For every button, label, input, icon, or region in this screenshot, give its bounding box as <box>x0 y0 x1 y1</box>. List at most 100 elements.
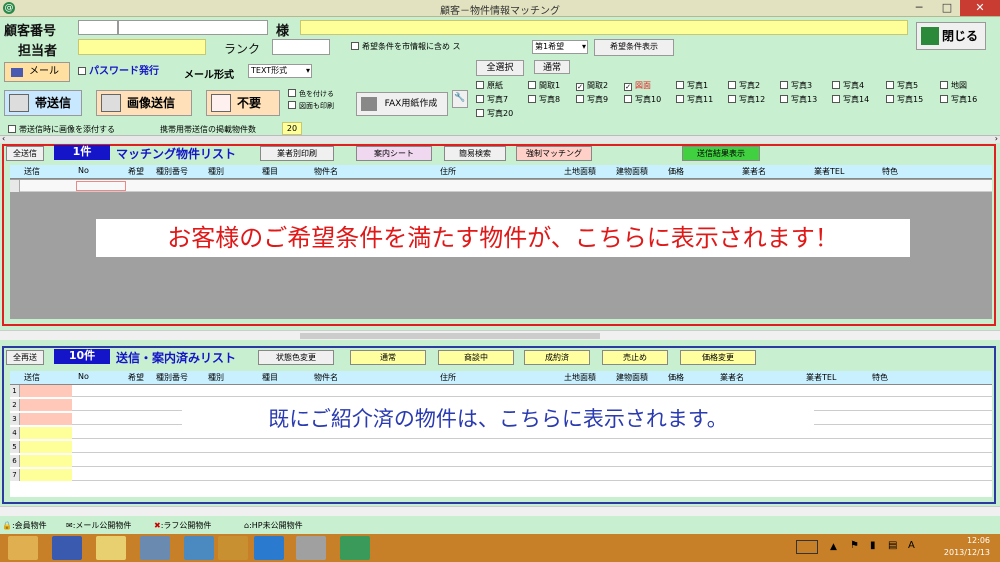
mail-app-icon[interactable] <box>52 536 82 560</box>
scroll-right-icon: › <box>994 134 998 143</box>
col-property-name: 物件名 <box>314 373 338 382</box>
select-normal-button[interactable]: 通常 <box>534 60 570 74</box>
customer-name-field[interactable] <box>118 20 268 35</box>
simple-search-button[interactable]: 簡易検索 <box>444 146 506 161</box>
row-number: 5 <box>10 441 20 453</box>
legend-hp: ⌂:HP未公開物件 <box>244 520 303 534</box>
mail-button[interactable]: メール <box>4 62 70 82</box>
customer-no-field[interactable] <box>78 20 118 35</box>
carrier-send-button[interactable]: 帯送信 <box>4 90 82 116</box>
doc-check-photo5[interactable]: 写真5 <box>886 80 918 91</box>
chevron-down-icon: ▾ <box>305 66 310 75</box>
attach-image-check[interactable]: 帯送信時に画像を添付する <box>8 124 115 135</box>
doc-check-photo10[interactable]: 写真10 <box>624 94 661 105</box>
show-desired-button[interactable]: 希望条件表示 <box>594 39 674 56</box>
simple-search-label: 簡易検索 <box>459 149 491 158</box>
doc-check-madori1[interactable]: 間取1 <box>528 80 560 91</box>
status-closed-label: 成約済 <box>545 353 569 362</box>
tray-arrow-icon[interactable]: ▲ <box>830 542 837 552</box>
tool-icon[interactable]: 🔧 <box>452 90 468 108</box>
mail-format-select[interactable]: TEXT形式 ▾ <box>248 64 312 78</box>
doc-check-photo20[interactable]: 写真20 <box>476 108 513 119</box>
desired-conditions-check[interactable]: 希望条件を市情報に含め ス <box>351 41 523 52</box>
doc-check-photo16[interactable]: 写真16 <box>940 94 977 105</box>
doc-check-map[interactable]: 地図 <box>940 80 967 91</box>
notes-icon[interactable] <box>96 536 126 560</box>
table-row[interactable]: 5 <box>10 441 992 453</box>
table-row[interactable]: 1 <box>10 385 992 397</box>
top-scrollbar[interactable]: ‹ › <box>0 134 1000 143</box>
browser-icon[interactable] <box>254 536 284 560</box>
network-icon[interactable]: ▤ <box>888 540 897 551</box>
doc-check-photo13[interactable]: 写真13 <box>780 94 817 105</box>
minimize-button[interactable]: ─ <box>906 0 932 16</box>
matching-scrollbar[interactable] <box>0 330 1000 340</box>
battery-icon[interactable]: ▮ <box>870 540 876 551</box>
trader-print-button[interactable]: 業者別印刷 <box>260 146 334 161</box>
status-normal-button[interactable]: 通常 <box>350 350 426 365</box>
doc-check-genshi[interactable]: 原紙 <box>476 80 503 91</box>
close-button[interactable]: 閉じる <box>916 22 986 50</box>
table-row[interactable]: 6 <box>10 455 992 467</box>
all-resend-button[interactable]: 全再送 <box>6 350 44 365</box>
clock-date[interactable]: 2013/12/13 <box>930 548 990 557</box>
table-row[interactable]: 7 <box>10 469 992 481</box>
sent-scrollbar[interactable] <box>0 506 1000 516</box>
status-closed-button[interactable]: 成約済 <box>524 350 590 365</box>
doc-check-photo9[interactable]: 写真9 <box>576 94 608 105</box>
app-icon[interactable] <box>184 536 214 560</box>
guide-sheet-button[interactable]: 案内シート <box>356 146 432 161</box>
all-send-button[interactable]: 全送信 <box>6 146 44 161</box>
close-window-button[interactable]: ✕ <box>960 0 1000 16</box>
doc-check-zumen[interactable]: ✓ 図面 <box>624 80 651 91</box>
ime-icon[interactable]: A <box>908 540 915 551</box>
clock-time[interactable]: 12:06 <box>930 536 990 545</box>
matching-app-icon[interactable] <box>340 536 370 560</box>
customer-memo-field[interactable] <box>300 20 908 35</box>
col-price: 価格 <box>668 167 684 176</box>
color-change-check[interactable]: 色を付ける <box>288 89 334 99</box>
table-row[interactable] <box>10 180 992 192</box>
rank-field[interactable] <box>272 39 330 55</box>
doc-check-madori2[interactable]: ✓ 間取2 <box>576 80 608 91</box>
doc-check-photo14[interactable]: 写真14 <box>832 94 869 105</box>
doc-check-photo4[interactable]: 写真4 <box>832 80 864 91</box>
doc-check-photo1[interactable]: 写真1 <box>676 80 708 91</box>
force-match-button[interactable]: 強制マッチング <box>516 146 592 161</box>
password-check[interactable]: パスワード発行 <box>78 62 170 77</box>
explorer-icon[interactable] <box>8 536 38 560</box>
select-all-button[interactable]: 全選択 <box>476 60 524 76</box>
col-trader-name: 業者名 <box>720 373 744 382</box>
matching-count: 1件 <box>54 145 110 160</box>
doc-check-photo15[interactable]: 写真15 <box>886 94 923 105</box>
doc-check-photo8[interactable]: 写真8 <box>528 94 560 105</box>
mail-format-label: メール形式 <box>184 70 234 81</box>
also-print-check[interactable]: 図面も印刷 <box>288 101 334 111</box>
mobile-count-field[interactable]: 20 <box>282 122 302 135</box>
status-sold-button[interactable]: 売止め <box>602 350 668 365</box>
fax-create-button[interactable]: FAX用紙作成 <box>356 92 448 116</box>
doc-check-photo12[interactable]: 写真12 <box>728 94 765 105</box>
calculator-icon[interactable] <box>140 536 170 560</box>
doc-check-photo7[interactable]: 写真7 <box>476 94 508 105</box>
doc-check-photo3[interactable]: 写真3 <box>780 80 812 91</box>
image-send-button[interactable]: 画像送信 <box>96 90 192 116</box>
maximize-button[interactable]: □ <box>934 0 960 16</box>
col-type: 種別 <box>208 373 224 382</box>
status-negotiating-button[interactable]: 商談中 <box>438 350 514 365</box>
price-change-button[interactable]: 価格変更 <box>680 350 756 365</box>
send-result-button[interactable]: 送信結果表示 <box>682 146 760 161</box>
window-icon[interactable] <box>296 536 326 560</box>
row-no-cell <box>76 181 126 191</box>
doc-check-photo11[interactable]: 写真11 <box>676 94 713 105</box>
doc-check-label: 写真16 <box>951 95 978 104</box>
flag-icon[interactable]: ⚑ <box>850 540 859 551</box>
scroll-thumb[interactable] <box>300 333 600 339</box>
paint-icon[interactable] <box>218 536 248 560</box>
priority-select[interactable]: 第1希望 ▾ <box>532 40 588 54</box>
tantou-field[interactable] <box>78 39 206 55</box>
status-color-button[interactable]: 状態色変更 <box>258 350 334 365</box>
unneeded-button[interactable]: 不要 <box>206 90 280 116</box>
doc-check-photo2[interactable]: 写真2 <box>728 80 760 91</box>
keyboard-icon[interactable] <box>796 540 818 554</box>
